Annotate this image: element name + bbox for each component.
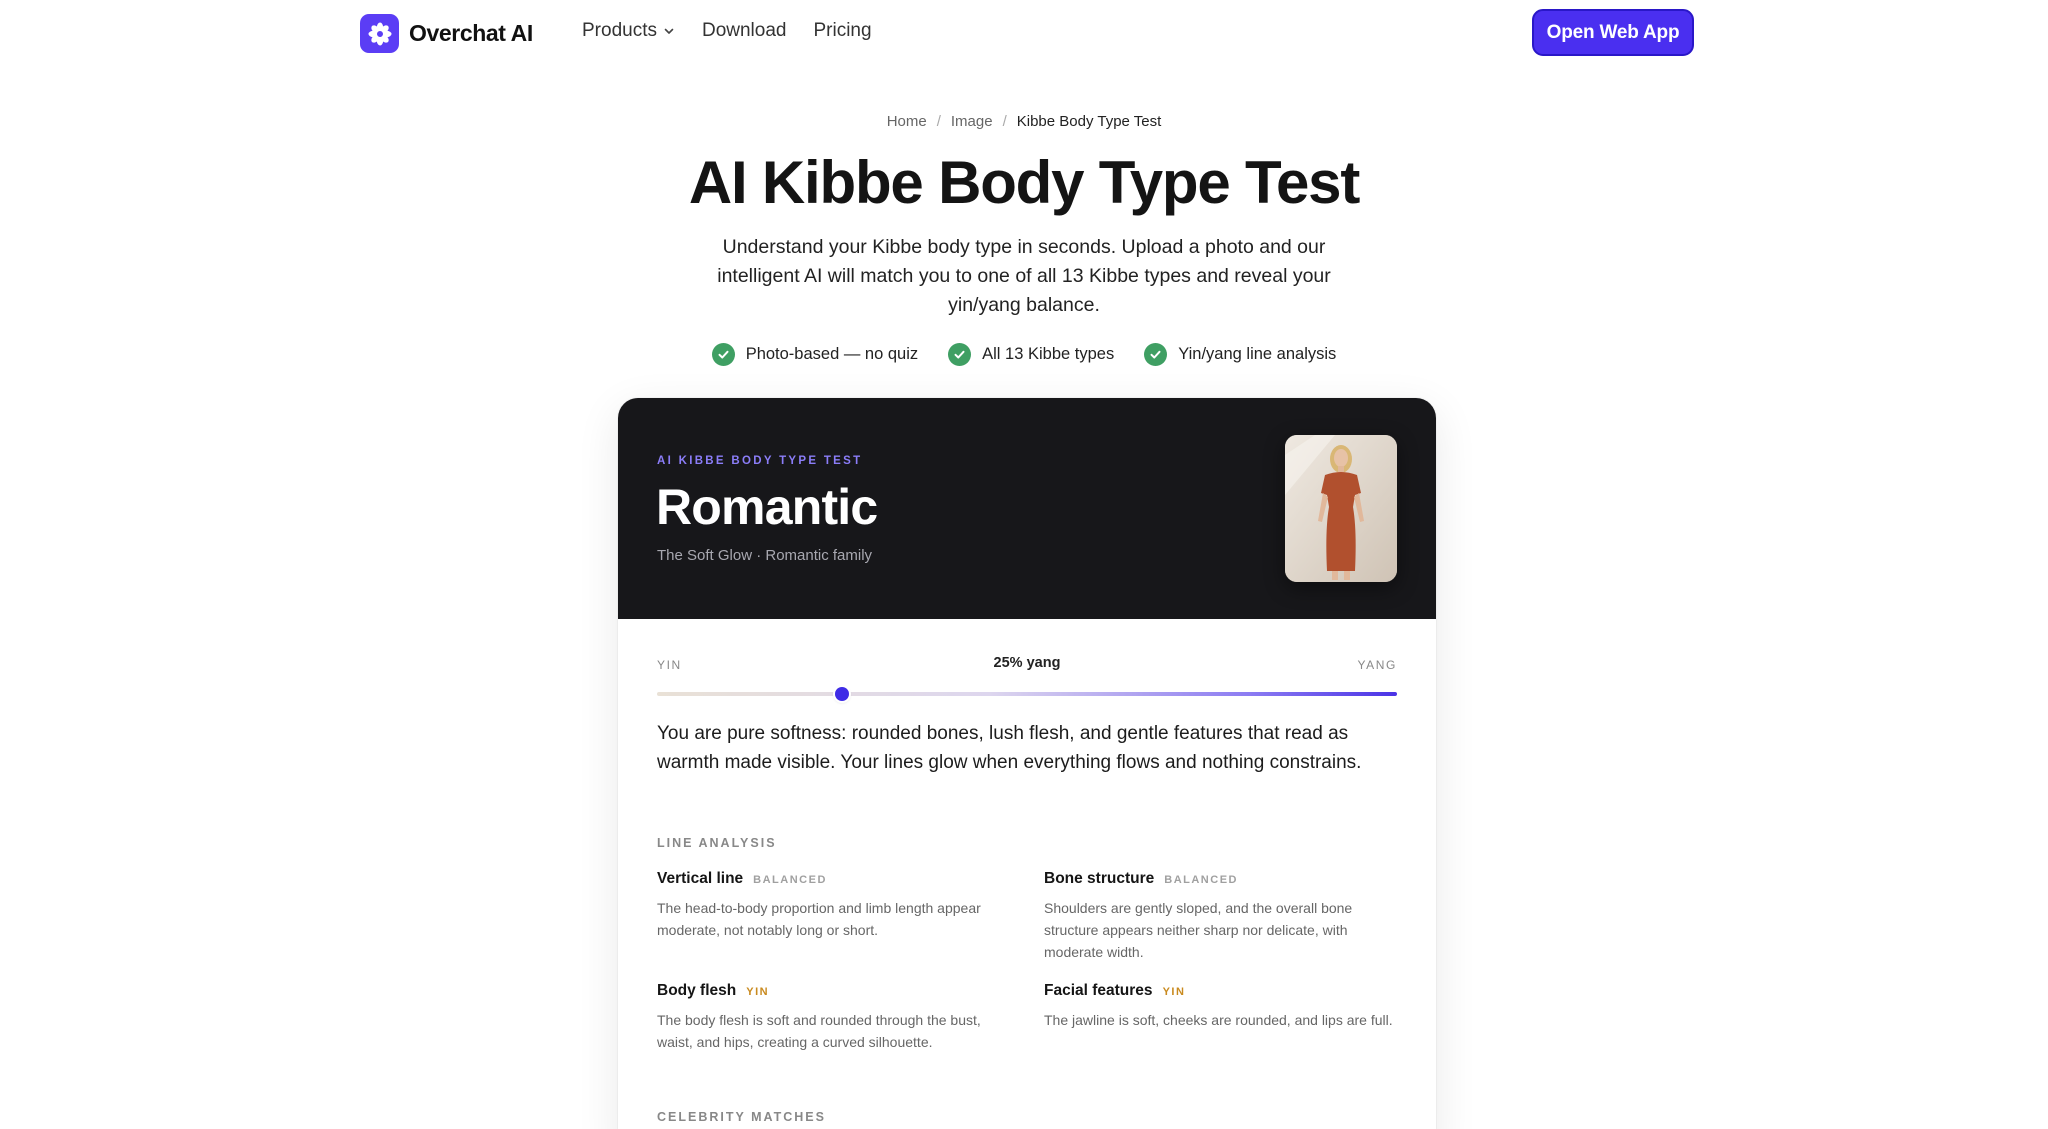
scale-yang-label: YANG [1357, 658, 1397, 672]
slider-track [657, 692, 1397, 696]
feature-label: Photo-based — no quiz [745, 345, 919, 363]
feature-label: Yin/yang line analysis [1178, 345, 1337, 363]
feature-item: Yin/yang line analysis [1144, 343, 1336, 366]
feature-item: All 13 Kibbe types [948, 343, 1114, 366]
trait-tag: YIN [1162, 986, 1186, 998]
slider-thumb [835, 687, 849, 701]
trait-tag: YIN [746, 986, 770, 998]
nav-products[interactable]: Products [582, 20, 675, 42]
trait-facial-features: Facial features YIN The jawline is soft,… [1044, 982, 1404, 1031]
trait-bone-structure: Bone structure BALANCED Shoulders are ge… [1044, 870, 1404, 963]
open-web-app-button[interactable]: Open Web App [1532, 9, 1694, 56]
nav-pricing[interactable]: Pricing [813, 20, 871, 42]
chevron-down-icon [664, 28, 674, 34]
nav-download[interactable]: Download [702, 20, 787, 42]
main-menu: Products Download Pricing [582, 20, 872, 42]
trait-text: Shoulders are gently sloped, and the ove… [1044, 900, 1353, 960]
check-circle-icon [1144, 343, 1168, 366]
line-analysis-heading: LINE ANALYSIS [657, 836, 777, 850]
trait-text: The body flesh is soft and rounded throu… [657, 1012, 981, 1050]
trait-vertical-line: Vertical line BALANCED The head-to-body … [657, 870, 1017, 941]
scale-value: 25% yang [993, 655, 1061, 671]
breadcrumb-current: Kibbe Body Type Test [1016, 113, 1162, 130]
yin-yang-slider [657, 686, 1397, 702]
breadcrumb-image[interactable]: Image [951, 113, 993, 130]
trait-text: The jawline is soft, cheeks are rounded,… [1044, 1012, 1393, 1028]
asterisk-flower-icon [360, 14, 399, 53]
page-title: AI Kibbe Body Type Test [688, 149, 1360, 216]
trait-name: Facial features [1044, 982, 1153, 999]
breadcrumb: Home / Image / Kibbe Body Type Test [0, 113, 2048, 130]
trait-tag: BALANCED [1164, 874, 1238, 886]
nav-download-label: Download [701, 20, 787, 41]
trait-name: Vertical line [657, 870, 744, 887]
feature-list: Photo-based — no quiz All 13 Kibbe types… [0, 343, 2048, 366]
result-type-title: Romantic [656, 479, 878, 535]
trait-tag: BALANCED [753, 874, 827, 886]
yin-yang-scale-labels: YIN 25% yang YANG [657, 655, 1397, 675]
trait-name: Body flesh [657, 982, 737, 999]
uploaded-photo [1285, 435, 1397, 582]
result-type-subtitle: The Soft Glow · Romantic family [657, 547, 873, 564]
result-header: AI KIBBE BODY TYPE TEST Romantic The Sof… [618, 398, 1436, 619]
nav-pricing-label: Pricing [813, 20, 872, 41]
trait-text: The head-to-body proportion and limb len… [657, 900, 981, 938]
brand-logo[interactable]: Overchat AI [360, 14, 533, 53]
feature-label: All 13 Kibbe types [982, 345, 1115, 363]
result-eyebrow: AI KIBBE BODY TYPE TEST [657, 455, 863, 467]
check-circle-icon [948, 343, 972, 366]
page-subtitle: Understand your Kibbe body type in secon… [717, 236, 1331, 316]
trait-name: Bone structure [1044, 870, 1155, 887]
check-circle-icon [711, 343, 735, 366]
trait-body-flesh: Body flesh YIN The body flesh is soft an… [657, 982, 1017, 1053]
celebrity-matches-heading: CELEBRITY MATCHES [657, 1110, 826, 1124]
result-card: AI KIBBE BODY TYPE TEST Romantic The Sof… [618, 398, 1436, 1129]
top-navbar: Overchat AI Products Download Pricing Op… [0, 0, 2048, 66]
breadcrumb-separator: / [936, 113, 941, 130]
breadcrumb-home[interactable]: Home [887, 113, 927, 130]
result-description: You are pure softness: rounded bones, lu… [657, 723, 1362, 773]
nav-products-label: Products [582, 20, 657, 41]
breadcrumb-separator: / [1002, 113, 1007, 130]
brand-name: Overchat AI [409, 20, 533, 46]
feature-item: Photo-based — no quiz [711, 343, 919, 366]
